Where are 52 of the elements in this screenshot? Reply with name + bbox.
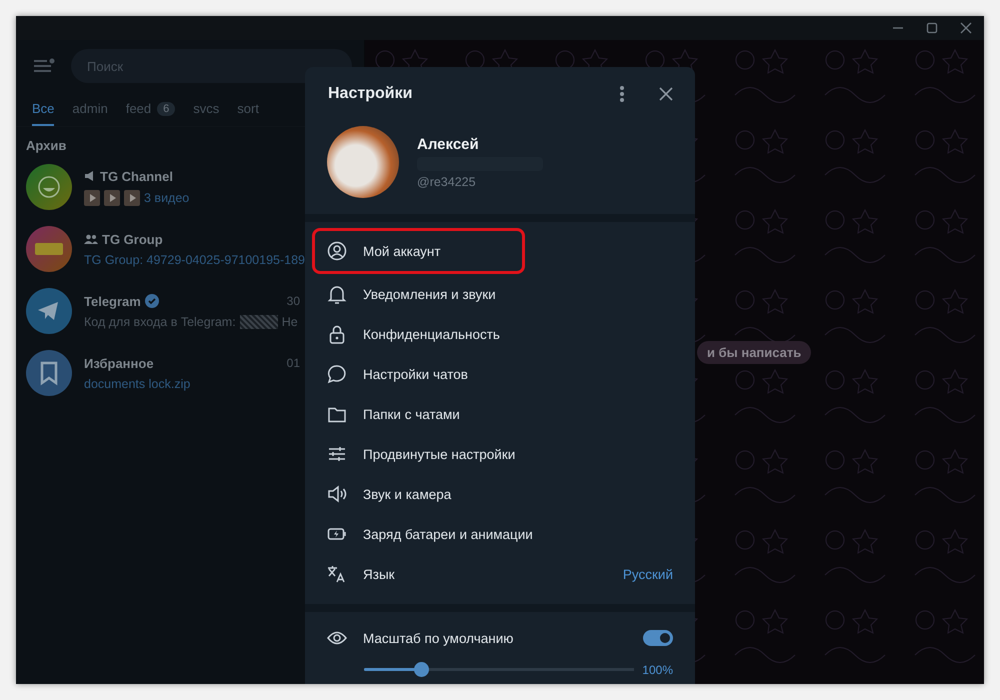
video-thumbnail-icon: [84, 190, 100, 206]
chat-name: TG Group: [102, 232, 163, 246]
message-preview: 3 видео: [144, 190, 190, 204]
profile-username: @re34225: [417, 174, 477, 188]
bookmark-icon: [26, 350, 72, 396]
settings-item[interactable]: Звук и камера: [305, 474, 695, 514]
message-preview: Не: [282, 314, 298, 328]
settings-item[interactable]: Настройки чатов: [305, 354, 695, 394]
settings-item[interactable]: Папки с чатами: [305, 394, 695, 434]
maximize-icon[interactable]: [926, 22, 938, 34]
message-preview: Код для входа в Telegram:: [84, 314, 236, 328]
message-preview: TG Group: 49729-04025-97100195-189: [84, 252, 305, 266]
profile-name: Алексей: [417, 136, 480, 152]
smiley-avatar-icon: [26, 164, 72, 210]
speaker-icon: [327, 484, 347, 504]
unread-count: 6: [157, 102, 176, 116]
people-icon: [84, 234, 98, 244]
chat-time: 30: [286, 294, 300, 308]
close-icon[interactable]: [960, 22, 972, 34]
group-avatar-icon: [26, 226, 72, 272]
settings-item[interactable]: Продвинутые настройки: [305, 434, 695, 474]
settings-item[interactable]: Мой аккаунт: [312, 228, 525, 274]
empty-chat-hint: и бы написать: [697, 340, 812, 364]
language-value: Русский: [622, 566, 673, 582]
translate-icon: [327, 564, 347, 584]
folder-tab[interactable]: Все: [32, 101, 54, 126]
section-title: Архив: [25, 137, 68, 155]
video-thumbnail-icon: [124, 190, 140, 206]
more-options-icon[interactable]: [619, 85, 625, 103]
lock-icon: [327, 324, 347, 344]
close-icon[interactable]: [659, 87, 673, 101]
speech-bubble-icon: [327, 364, 347, 384]
chat-time: 01: [286, 356, 300, 370]
paper-plane-icon: [26, 288, 72, 334]
chat-name: Избранное: [84, 356, 154, 370]
user-circle-icon: [327, 241, 347, 261]
scale-toggle[interactable]: [643, 630, 673, 646]
settings-item[interactable]: Заряд батареи и анимации: [305, 514, 695, 554]
megaphone-icon: [84, 171, 96, 181]
bell-icon: [327, 284, 347, 304]
chat-name: TG Channel: [100, 168, 173, 184]
scale-reading: 100%: [642, 662, 673, 676]
scale-label: Масштаб по умолчанию: [363, 630, 514, 646]
sliders-icon: [327, 444, 347, 464]
menu-icon[interactable]: [33, 58, 55, 74]
message-preview: documents lock.zip: [84, 376, 190, 390]
settings-item[interactable]: Язык Русский: [305, 554, 695, 594]
dialog-title: Настройки: [328, 85, 414, 103]
settings-item[interactable]: Конфиденциальность: [305, 314, 695, 354]
settings-item[interactable]: Уведомления и звуки: [305, 274, 695, 314]
chat-name: Telegram: [84, 294, 141, 308]
video-thumbnail-icon: [104, 190, 120, 206]
